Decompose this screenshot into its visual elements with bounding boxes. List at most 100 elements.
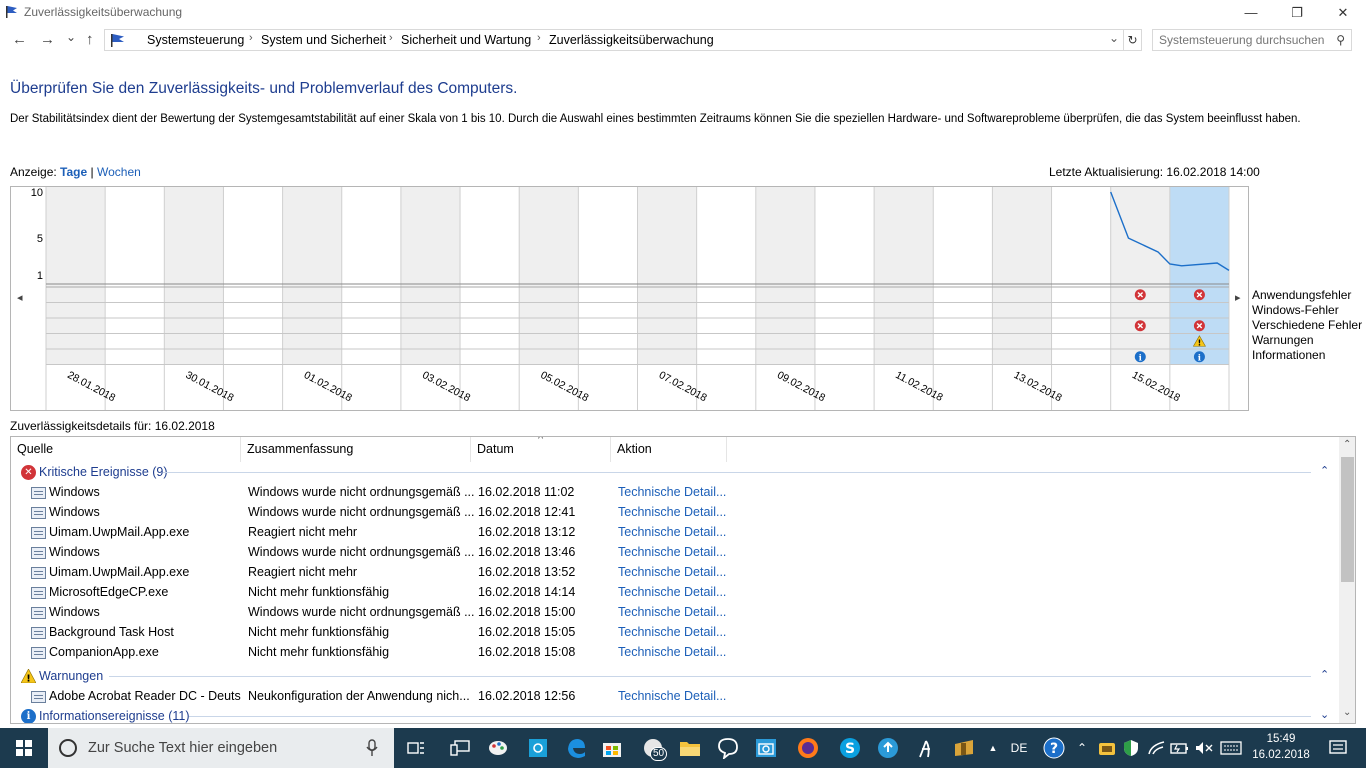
chart-column[interactable] [223,187,283,365]
chart-column[interactable] [341,187,401,365]
reliability-chart-svg[interactable]: 10 5 1 ◂ ▸ 28.01.2018 30.01.2018 01.02.2018 03.0… [11,187,1248,410]
chart-column[interactable] [460,187,520,365]
technical-details-link[interactable]: Technische Detail... [618,485,726,499]
details-list[interactable]: Quelle Zusammenfassung Datum ^ Aktion ✕ K… [10,436,1356,724]
table-row[interactable]: CompanionApp.exe Nicht mehr funktionsfähi… [11,642,1331,662]
maximize-button[interactable]: ❐ [1274,0,1320,25]
technical-details-link[interactable]: Technische Detail... [618,645,726,659]
event-group-label[interactable]: Informationsereignisse (11) [39,709,190,723]
taskbar-clock[interactable]: 15:49 16.02.2018 [1250,731,1312,763]
notifications-app-icon[interactable]: 50 [636,728,670,768]
table-row[interactable]: Adobe Acrobat Reader DC - Deuts Neukonfig… [11,686,1331,706]
scrollbar-thumb[interactable] [1341,457,1354,582]
breadcrumb-systemsteuerung[interactable]: Systemsteuerung [147,33,244,47]
tray-chevron-icon[interactable]: ⌃ [1072,728,1092,768]
search-icon[interactable]: ⚲ [1336,33,1345,47]
minimize-button[interactable]: — [1228,0,1274,25]
viber-icon[interactable] [712,728,744,768]
address-dropdown-icon[interactable]: ⌄ [1109,31,1119,45]
bank-tray-icon[interactable] [1096,728,1118,768]
chart-column[interactable] [814,187,875,365]
chart-column[interactable] [400,187,461,365]
chart-column[interactable] [46,187,106,365]
chart-column[interactable] [519,187,579,365]
volume-muted-icon[interactable] [1192,728,1216,768]
microphone-icon[interactable] [366,739,378,757]
table-row[interactable]: Windows Windows wurde nicht ordnungsgemäß… [11,602,1331,622]
view-weeks-link[interactable]: Wochen [97,165,141,179]
search-input[interactable] [1159,30,1329,50]
input-language[interactable]: DE [1006,728,1032,768]
technical-details-link[interactable]: Technische Detail... [618,505,726,519]
chart-column[interactable] [105,187,165,365]
chart-column[interactable] [933,187,993,365]
table-row[interactable]: Background Task Host Nicht mehr funktions… [11,622,1331,642]
technical-details-link[interactable]: Technische Detail... [618,585,726,599]
event-group-label[interactable]: Kritische Ereignisse (9) [39,465,168,479]
wifi-icon[interactable] [1146,728,1168,768]
taskbar-search-placeholder[interactable]: Zur Suche Text hier eingeben [88,740,277,756]
scroll-down-icon[interactable]: ⌄ [1343,707,1351,718]
event-group-header[interactable]: ✕ Kritische Ereignisse (9) ⌃ [11,462,1331,482]
chart-column[interactable] [755,187,815,365]
chart-column[interactable] [578,187,638,365]
collapse-group-icon[interactable]: ⌃ [1320,668,1329,681]
help-icon[interactable]: ? [1040,728,1068,768]
chart-scroll-right-icon[interactable]: ▸ [1235,291,1241,304]
search-box[interactable]: ⚲ [1152,29,1352,51]
table-row[interactable]: Windows Windows wurde nicht ordnungsgemäß… [11,542,1331,562]
refresh-button[interactable]: ↻ [1124,29,1142,51]
technical-details-link[interactable]: Technische Detail... [618,545,726,559]
technical-details-link[interactable]: Technische Detail... [618,565,726,579]
event-group-label[interactable]: Warnungen [39,669,103,683]
scroll-up-icon[interactable]: ⌃ [1343,439,1351,450]
skype-icon[interactable]: S [834,728,866,768]
table-row[interactable]: Windows Windows wurde nicht ordnungsgemäß… [11,502,1331,522]
event-group-header[interactable]: ! Warnungen ⌃ [11,666,1331,686]
start-button[interactable] [0,728,48,768]
table-row[interactable]: Windows Windows wurde nicht ordnungsgemäß… [11,482,1331,502]
taskbar-search-box[interactable]: Zur Suche Text hier eingeben [48,728,394,768]
technical-details-link[interactable]: Technische Detail... [618,689,726,703]
connect-icon[interactable] [444,728,476,768]
column-header-summary[interactable]: Zusammenfassung [241,437,471,462]
event-group-header[interactable]: i Informationsereignisse (11) ⌄ [11,706,1331,723]
technical-details-link[interactable]: Technische Detail... [618,605,726,619]
back-button[interactable]: ← [12,31,27,48]
close-button[interactable]: ✕ [1320,0,1366,25]
task-view-icon[interactable] [400,728,432,768]
breadcrumb-system-und-sicherheit[interactable]: System und Sicherheit [261,33,386,47]
chart-column[interactable] [282,187,342,365]
collapse-group-icon[interactable]: ⌃ [1320,464,1329,477]
breadcrumb-separator-icon[interactable]: › [389,32,393,44]
breadcrumb-zuverlaessigkeitsueberwachung[interactable]: Zuverlässigkeitsüberwachung [549,33,714,47]
file-explorer-icon[interactable] [674,728,706,768]
action-center-icon[interactable] [1320,728,1356,768]
chart-scroll-left-icon[interactable]: ◂ [17,291,23,304]
security-shield-icon[interactable] [1120,728,1142,768]
technical-details-link[interactable]: Technische Detail... [618,625,726,639]
forward-button[interactable]: → [40,31,55,48]
address-box[interactable]: Systemsteuerung › System und Sicherheit … [104,29,1124,51]
photos-app-icon[interactable] [522,728,554,768]
battery-icon[interactable] [1168,728,1192,768]
archive-app-icon[interactable] [948,728,980,768]
camera-app-icon[interactable] [750,728,782,768]
view-days-link[interactable]: Tage [60,165,87,179]
paint-icon[interactable] [482,728,514,768]
collapse-group-icon[interactable]: ⌄ [1320,708,1329,721]
vertical-scrollbar[interactable]: ⌃ ⌄ [1339,437,1355,723]
chart-column[interactable] [874,187,934,365]
chart-column[interactable] [992,187,1052,365]
breadcrumb-sicherheit-und-wartung[interactable]: Sicherheit und Wartung [401,33,531,47]
show-hidden-icons-icon[interactable]: ▲ [986,728,1000,768]
recent-locations-button[interactable]: ⌄ [66,30,76,44]
technical-details-link[interactable]: Technische Detail... [618,525,726,539]
chart-column[interactable] [1051,187,1111,365]
table-row[interactable]: Uimam.UwpMail.App.exe Reagiert nicht mehr… [11,562,1331,582]
keyboard-icon[interactable] [1218,728,1244,768]
cloud-upload-icon[interactable] [872,728,904,768]
up-button[interactable]: ↑ [86,31,94,48]
table-row[interactable]: MicrosoftEdgeCP.exe Nicht mehr funktionsf… [11,582,1331,602]
breadcrumb-separator-icon[interactable]: › [537,32,541,44]
